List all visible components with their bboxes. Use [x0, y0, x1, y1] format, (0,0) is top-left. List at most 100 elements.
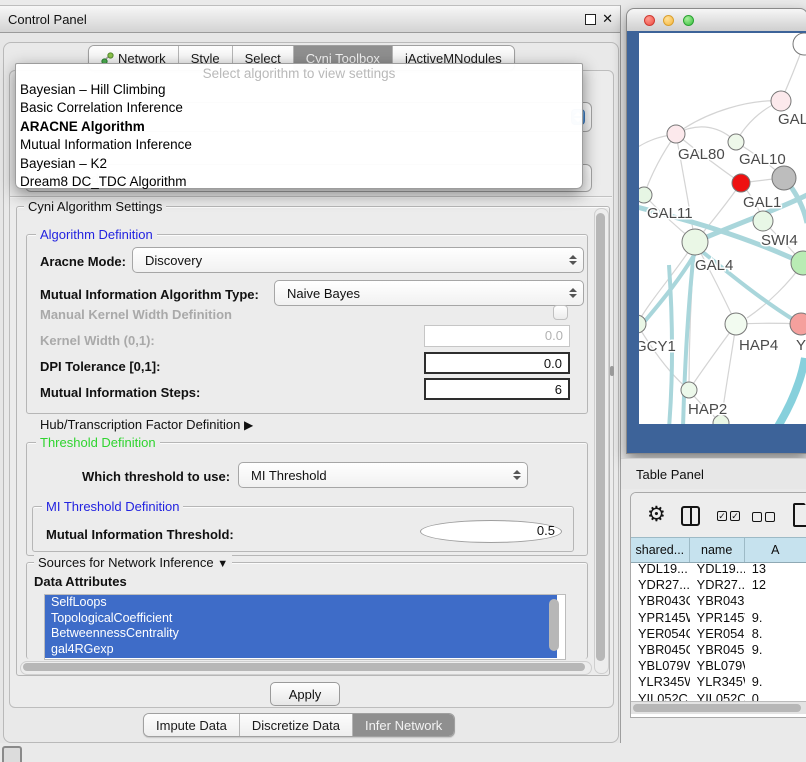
table-cell: 8.	[745, 626, 806, 642]
mi-algorithm-type-combobox[interactable]: Naive Bayes	[274, 280, 584, 306]
list-scrollbar[interactable]	[549, 599, 559, 651]
mi-steps-field[interactable]: 6	[424, 378, 570, 400]
table-row[interactable]: YER054CYER054C8.	[631, 626, 806, 642]
network-window-titlebar[interactable]	[627, 9, 806, 32]
combobox-stepper-icon[interactable]	[513, 470, 521, 480]
table-row[interactable]: YBR043CYBR043C	[631, 593, 806, 609]
float-window-icon[interactable]	[585, 14, 596, 25]
deselect-all-columns-icon[interactable]	[752, 512, 775, 522]
algorithm-option[interactable]: Mutual Information Inference	[16, 136, 582, 154]
network-node-hap4[interactable]	[725, 313, 747, 335]
data-attribute-item[interactable]: BetweennessCentrality	[45, 626, 557, 642]
minimize-traffic-light[interactable]	[663, 15, 674, 26]
kernel-width-label: Kernel Width (0,1):	[40, 333, 155, 348]
table-row[interactable]: YPR145WYPR145W9.	[631, 610, 806, 626]
node-label: GAL80	[678, 146, 725, 163]
tab-label: Discretize Data	[252, 718, 340, 733]
network-node-gal80[interactable]	[667, 125, 685, 143]
table-row[interactable]: YBR045CYBR045C9.	[631, 642, 806, 658]
algorithm-dropdown-items: Bayesian – Hill ClimbingBasic Correlatio…	[16, 81, 582, 191]
settings-vertical-scrollbar[interactable]	[594, 208, 609, 674]
table-cell: YPR145W	[690, 610, 745, 626]
window-title: Control Panel	[8, 12, 87, 27]
network-node[interactable]	[772, 166, 796, 190]
algorithm-option[interactable]: Basic Correlation Inference	[16, 99, 582, 117]
data-attribute-item[interactable]: TopologicalCoefficient	[45, 611, 557, 627]
cyni-algorithm-settings-title: Cyni Algorithm Settings	[24, 199, 166, 214]
combobox-stepper-icon[interactable]	[569, 288, 577, 298]
table-cell: 9.	[745, 642, 806, 658]
data-attribute-item[interactable]: gal4RGexp	[45, 642, 557, 658]
control-panel-window: Control Panel ✕ NetworkStyleSelectCyni T…	[0, 5, 621, 743]
scrollbar-thumb[interactable]	[633, 704, 801, 712]
tab-discretize-data[interactable]: Discretize Data	[239, 714, 352, 736]
network-node[interactable]	[793, 33, 806, 55]
network-node-gal10[interactable]	[728, 134, 744, 150]
which-threshold-label: Which threshold to use:	[82, 469, 230, 484]
network-node[interactable]	[791, 251, 806, 275]
table-cell: YBR045C	[631, 642, 690, 658]
minimized-window-icon[interactable]	[2, 746, 22, 762]
dpi-tolerance-field[interactable]: 0.0	[424, 352, 570, 374]
network-node-gal11[interactable]	[639, 187, 652, 203]
network-node-gal1[interactable]	[732, 174, 750, 192]
collapse-arrow-icon[interactable]: ▼	[217, 558, 228, 570]
scrollbar-thumb[interactable]	[23, 663, 585, 671]
algorithm-option[interactable]: Bayesian – Hill Climbing	[16, 81, 582, 99]
export-table-icon[interactable]	[793, 503, 806, 527]
table-panel-titlebar: Table Panel	[621, 458, 806, 489]
algorithm-dropdown-prompt: Select algorithm to view settings	[16, 66, 582, 81]
table-row[interactable]: YBL079WYBL079W	[631, 658, 806, 674]
network-node-gal4[interactable]	[682, 229, 708, 255]
network-canvas[interactable]: GALGAL80GAL10GAL1GAL11SWI4GAL4GCY1HAP4YH…	[639, 33, 806, 424]
tab-impute-data[interactable]: Impute Data	[144, 714, 239, 736]
network-edge	[777, 358, 805, 424]
which-threshold-combobox[interactable]: MI Threshold	[238, 462, 528, 488]
network-node-y[interactable]	[790, 313, 806, 335]
algorithm-option[interactable]: Bayesian – K2	[16, 155, 582, 173]
tab-label: Infer Network	[365, 718, 442, 733]
tab-infer-network[interactable]: Infer Network	[352, 714, 454, 736]
node-label: HAP4	[739, 337, 778, 354]
network-node-hap2[interactable]	[681, 382, 697, 398]
gear-icon[interactable]: ⚙	[647, 505, 666, 525]
splitter-handle[interactable]	[610, 366, 614, 376]
hub-factor-expander[interactable]: Hub/Transcription Factor Definition ▶	[40, 417, 253, 432]
data-attributes-list[interactable]: SelfLoopsTopologicalCoefficientBetweenne…	[44, 594, 566, 660]
kernel-width-field[interactable]: 0.0	[424, 325, 570, 347]
network-node-gcy1[interactable]	[639, 315, 646, 333]
zoom-traffic-light[interactable]	[683, 15, 694, 26]
aracne-mode-combobox[interactable]: Discovery	[132, 247, 584, 273]
mi-threshold-field[interactable]: 0.5	[420, 520, 562, 543]
table-row[interactable]: YLR345WYLR345W9.	[631, 674, 806, 690]
table-cell: YLR345W	[690, 674, 745, 690]
settings-horizontal-scrollbar[interactable]	[20, 661, 592, 675]
apply-button[interactable]: Apply	[270, 682, 340, 706]
close-icon[interactable]: ✕	[602, 11, 613, 27]
table-cell: YIL052C	[690, 691, 745, 702]
scrollbar-thumb[interactable]	[596, 213, 605, 661]
table-row[interactable]: YIL052CYIL052C0.	[631, 691, 806, 702]
table-cell: YBR043C	[690, 593, 745, 609]
table-row[interactable]: YDL19...YDL19...13	[631, 561, 806, 577]
columns-icon[interactable]	[681, 506, 700, 526]
select-all-columns-icon[interactable]: ✓✓	[717, 511, 740, 521]
manual-kernel-width-label: Manual Kernel Width Definition	[40, 307, 232, 322]
table-cell: YER054C	[690, 626, 745, 642]
network-node-gal[interactable]	[771, 91, 791, 111]
which-threshold-value: MI Threshold	[251, 463, 327, 487]
node-label: GAL	[778, 111, 806, 128]
close-traffic-light[interactable]	[644, 15, 655, 26]
data-attribute-item[interactable]: SelfLoops	[45, 595, 557, 611]
manual-kernel-width-checkbox[interactable]	[553, 305, 568, 320]
table-column-header[interactable]: A	[745, 538, 806, 562]
table-row[interactable]: YDR27...YDR27...12	[631, 577, 806, 593]
combobox-stepper-icon[interactable]	[569, 255, 577, 265]
algorithm-option[interactable]: Dream8 DC_TDC Algorithm	[16, 173, 582, 191]
table-column-header[interactable]: shared...	[631, 538, 690, 562]
sources-title: Sources for Network Inference ▼	[34, 555, 232, 570]
network-node-swi4[interactable]	[753, 211, 773, 231]
table-column-header[interactable]: name	[690, 538, 745, 562]
table-horizontal-scrollbar[interactable]	[631, 701, 806, 714]
algorithm-option[interactable]: ARACNE Algorithm	[16, 118, 582, 136]
